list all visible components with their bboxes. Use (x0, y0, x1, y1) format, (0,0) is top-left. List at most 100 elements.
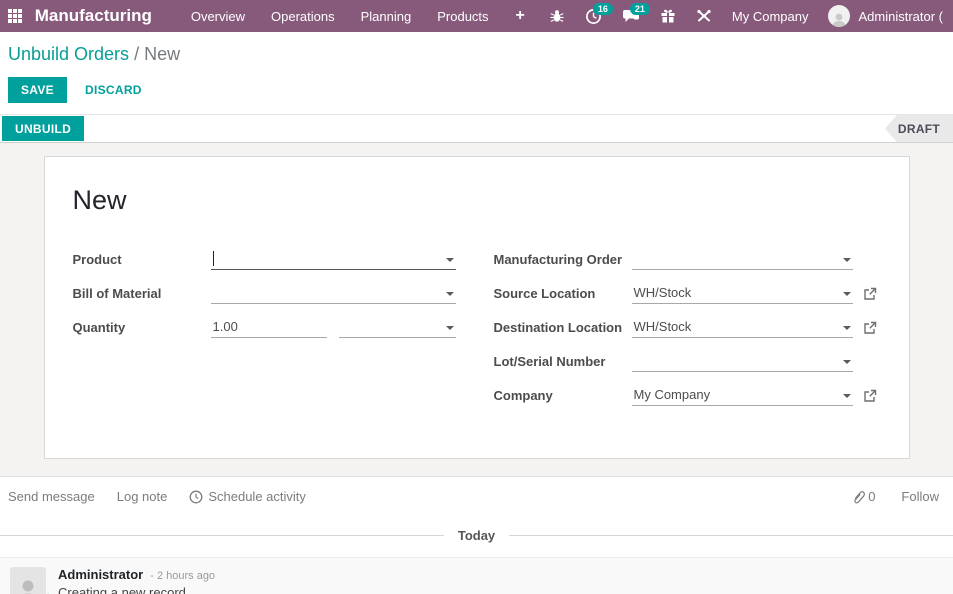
save-button[interactable]: SAVE (8, 77, 67, 103)
messages-badge: 21 (629, 3, 650, 15)
follow-button[interactable]: Follow (901, 489, 939, 504)
menu-operations[interactable]: Operations (258, 0, 348, 32)
schedule-clock-icon (189, 490, 203, 503)
control-panel: Unbuild Orders / New SAVE DISCARD (0, 32, 953, 114)
company-input[interactable]: My Company (631, 385, 853, 406)
message-author[interactable]: Administrator (58, 567, 143, 582)
discard-button[interactable]: DISCARD (85, 83, 142, 97)
menu-planning[interactable]: Planning (348, 0, 425, 32)
bom-dropdown-caret-icon[interactable] (445, 292, 454, 296)
tools-icon (697, 9, 711, 22)
company-dropdown-caret-icon[interactable] (842, 394, 851, 398)
action-buttons-row: SAVE DISCARD (8, 77, 953, 114)
breadcrumb-parent-link[interactable]: Unbuild Orders (8, 44, 129, 64)
source-location-input[interactable]: WH/Stock (631, 283, 853, 304)
status-badge-draft[interactable]: DRAFT (885, 115, 953, 142)
form-sheet: New Product Bill of Material Quantity 1.… (43, 156, 910, 459)
company-value: My Company (633, 387, 711, 402)
record-title: New (72, 185, 127, 215)
top-navbar: Manufacturing Overview Operations Planni… (0, 0, 953, 32)
quantity-group: 1.00 (210, 317, 456, 338)
form-right-column: Manufacturing Order Source Location WH/S… (494, 246, 877, 416)
message-timestamp: - 2 hours ago (150, 570, 216, 582)
quantity-input[interactable]: 1.00 (210, 317, 327, 338)
message-body: Creating a new record... (58, 585, 197, 594)
paperclip-icon (854, 490, 866, 503)
mo-dropdown-caret-icon[interactable] (842, 258, 851, 262)
dest-location-label: Destination Location (493, 320, 623, 335)
mo-label: Manufacturing Order (493, 252, 623, 267)
quantity-label: Quantity (72, 320, 126, 335)
schedule-activity-label: Schedule activity (208, 489, 306, 504)
mo-input[interactable] (631, 249, 853, 270)
dest-location-input[interactable]: WH/Stock (631, 317, 853, 338)
bom-input[interactable] (210, 283, 456, 304)
date-separator: Today (0, 528, 953, 543)
apps-menu-button[interactable] (6, 0, 25, 32)
menu-overview[interactable]: Overview (178, 0, 258, 32)
user-menu[interactable]: Administrator ( (818, 0, 953, 32)
person-icon (22, 580, 34, 594)
debug-bug-icon[interactable] (539, 0, 575, 32)
date-separator-label: Today (457, 528, 496, 543)
lot-dropdown-caret-icon[interactable] (842, 360, 851, 364)
form-statusbar: UNBUILD DRAFT (0, 114, 953, 143)
product-dropdown-caret-icon[interactable] (445, 258, 454, 262)
company-switcher-label: My Company (731, 8, 809, 24)
bug-icon (550, 10, 564, 22)
uom-dropdown-caret-icon[interactable] (445, 326, 454, 330)
schedule-activity-button[interactable]: Schedule activity (189, 489, 306, 504)
uom-select[interactable] (339, 317, 456, 338)
log-note-button[interactable]: Log note (117, 489, 168, 504)
form-view-background: New Product Bill of Material Quantity 1.… (0, 143, 953, 476)
source-location-value: WH/Stock (633, 285, 692, 300)
chatter-message[interactable]: Administrator - 2 hours ago Creating a n… (0, 557, 953, 594)
dest-location-external-link-icon[interactable] (863, 321, 877, 335)
gift-icon (661, 9, 675, 23)
source-location-external-link-icon[interactable] (863, 287, 877, 301)
mo-ext-slot (853, 267, 877, 270)
chatter: Send message Log note Schedule activity … (0, 476, 953, 594)
product-input[interactable] (210, 249, 456, 270)
unbuild-button[interactable]: UNBUILD (2, 116, 85, 141)
form-field-grid: Product Bill of Material Quantity 1.00 M… (73, 246, 877, 416)
text-cursor (212, 251, 214, 266)
user-menu-label: Administrator ( (858, 8, 943, 24)
support-tools-menu[interactable] (686, 0, 722, 32)
statusbar-spacer (84, 115, 885, 142)
attachment-count: 0 (868, 489, 876, 504)
apps-grid-icon (8, 9, 23, 23)
activities-menu[interactable]: 16 (575, 0, 613, 32)
menu-products[interactable]: Products (424, 0, 501, 32)
activities-badge: 16 (592, 3, 613, 15)
source-location-dropdown-caret-icon[interactable] (842, 292, 851, 296)
person-icon (832, 13, 846, 27)
navbar-systray: 16 21 My Company Administrator ( (539, 0, 953, 32)
app-menu: Overview Operations Planning Products + (178, 0, 539, 32)
company-label: Company (493, 388, 553, 403)
bom-label: Bill of Material (72, 286, 162, 301)
send-message-button[interactable]: Send message (8, 489, 95, 504)
breadcrumb-current: New (144, 44, 181, 64)
quantity-value: 1.00 (212, 319, 238, 334)
dest-location-value: WH/Stock (633, 319, 692, 334)
attachments-button[interactable]: 0 (852, 489, 875, 504)
lot-input[interactable] (631, 351, 853, 372)
lot-label: Lot/Serial Number (493, 354, 606, 369)
menu-plus-button[interactable]: + (502, 7, 539, 25)
product-label: Product (72, 252, 122, 267)
app-name[interactable]: Manufacturing (35, 6, 152, 26)
company-external-link-icon[interactable] (863, 389, 877, 403)
message-content: Administrator - 2 hours ago Creating a n… (58, 567, 215, 594)
source-location-label: Source Location (493, 286, 596, 301)
breadcrumb: Unbuild Orders / New (8, 44, 953, 65)
chatter-toolbar: Send message Log note Schedule activity … (0, 477, 953, 514)
gift-menu[interactable] (650, 0, 686, 32)
company-switcher[interactable]: My Company (722, 0, 819, 32)
message-avatar (10, 567, 49, 594)
user-avatar (828, 5, 851, 27)
dest-location-dropdown-caret-icon[interactable] (842, 326, 851, 330)
chatter-right-tools: 0 Follow (852, 489, 943, 504)
messages-menu[interactable]: 21 (612, 0, 650, 32)
form-left-column: Product Bill of Material Quantity 1.00 (73, 246, 456, 348)
